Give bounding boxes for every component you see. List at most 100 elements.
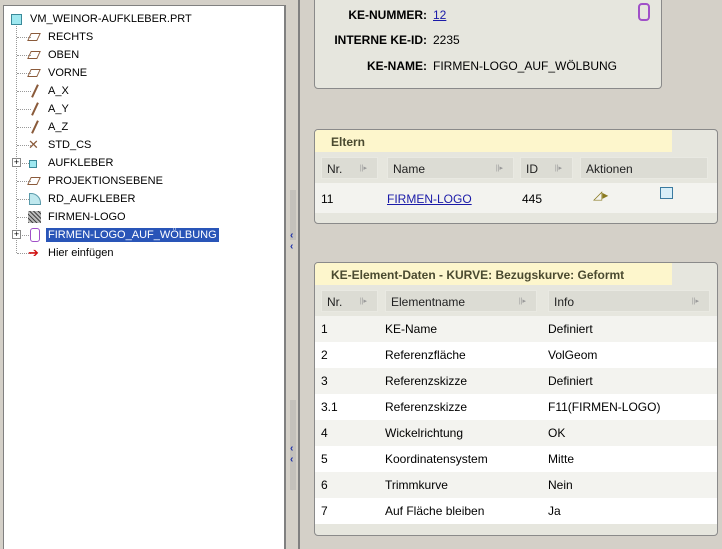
- feature-info-box: KE-NUMMER: 12 INTERNE KE-ID: 2235 KE-NAME:…: [314, 0, 662, 89]
- ke-name-label: KE-NAME:: [367, 59, 427, 73]
- cell-elementname: KE-Name: [385, 322, 438, 336]
- tree-item-label: RECHTS: [48, 31, 94, 43]
- tree-item[interactable]: ✕ STD_CS: [27, 136, 93, 154]
- tree-item-label: RD_AUFKLEBER: [48, 193, 136, 205]
- collapse-arrow-icon[interactable]: ‹: [290, 230, 293, 241]
- element-data-title: KE-Element-Daten - KURVE: Bezugskurve: G…: [315, 263, 672, 285]
- tree-item-label: A_X: [48, 85, 69, 97]
- tree-item[interactable]: AUFKLEBER: [27, 154, 115, 172]
- cell-elementname: Referenzskizze: [385, 400, 468, 414]
- insert-arrow-icon: ➔: [28, 245, 39, 260]
- axis-icon: [27, 102, 43, 116]
- tree-item-label: Hier einfügen: [48, 247, 114, 259]
- col-header-nr[interactable]: Nr. ||▸: [321, 157, 378, 179]
- cell-info: OK: [548, 426, 566, 440]
- ke-name-value: FIRMEN-LOGO_AUF_WÖLBUNG: [433, 59, 618, 73]
- col-header-name[interactable]: Name ||▸: [387, 157, 514, 179]
- tree-item-label: A_Y: [48, 103, 69, 115]
- cell-nr: 2: [321, 348, 328, 362]
- plane-icon: [27, 174, 43, 188]
- axis-icon: [27, 120, 43, 134]
- tree-item[interactable]: A_X: [27, 82, 71, 100]
- tree-item[interactable]: RECHTS: [27, 28, 95, 46]
- tree-item-label: A_Z: [48, 121, 69, 133]
- plane-icon: [27, 66, 43, 80]
- tree-item-label: VORNE: [48, 67, 88, 79]
- table-row: 1 KE-Name Definiert: [315, 316, 717, 342]
- ke-nummer-label: KE-NUMMER:: [348, 8, 427, 22]
- cell-info: Ja: [548, 504, 561, 518]
- col-header-nr[interactable]: Nr. ||▸: [321, 290, 378, 312]
- tree-item[interactable]: A_Y: [27, 100, 71, 118]
- cell-info: Definiert: [548, 374, 593, 388]
- collapse-arrow-icon[interactable]: ‹: [290, 241, 293, 252]
- cell-elementname: Referenzskizze: [385, 374, 468, 388]
- cell-info: Mitte: [548, 452, 575, 466]
- feature-icon: [27, 156, 43, 170]
- tree-item-label: PROJEKTIONSEBENE: [48, 175, 163, 187]
- tree-item-label: STD_CS: [48, 139, 92, 151]
- tree-item[interactable]: PROJEKTIONSEBENE: [27, 172, 165, 190]
- edit-reference-icon[interactable]: ◿▸: [593, 188, 608, 202]
- table-row: 4 Wickelrichtung OK: [315, 420, 717, 446]
- plane-icon: [27, 30, 43, 44]
- tree-item[interactable]: OBEN: [27, 46, 81, 64]
- table-row: 2 Referenzfläche VolGeom: [315, 342, 717, 368]
- ke-nummer-link[interactable]: 12: [433, 8, 446, 22]
- col-header-id[interactable]: ID ||▸: [520, 157, 573, 179]
- cell-elementname: Referenzfläche: [385, 348, 466, 362]
- eltern-title: Eltern: [315, 130, 672, 152]
- tree-item[interactable]: A_Z: [27, 118, 70, 136]
- table-row: 3.1 Referenzskizze F11(FIRMEN-LOGO): [315, 394, 717, 420]
- table-row: 5 Koordinatensystem Mitte: [315, 446, 717, 472]
- tree-item-label: AUFKLEBER: [48, 157, 114, 169]
- tree-root[interactable]: VM_WEINOR-AUFKLEBER.PRT: [9, 10, 194, 28]
- coordsys-icon: ✕: [28, 137, 39, 152]
- tree-item[interactable]: FIRMEN-LOGO_AUF_WÖLBUNG: [27, 226, 219, 244]
- table-row: 7 Auf Fläche bleiben Ja: [315, 498, 717, 524]
- cell-elementname: Wickelrichtung: [385, 426, 464, 440]
- cell-elementname: Auf Fläche bleiben: [385, 504, 485, 518]
- col-header-elementname[interactable]: Elementname ||▸: [385, 290, 537, 312]
- info-icon[interactable]: [660, 187, 673, 199]
- axis-icon: [27, 84, 43, 98]
- cell-info: VolGeom: [548, 348, 598, 362]
- col-header-aktionen: Aktionen: [580, 157, 708, 179]
- collapse-arrow-icon[interactable]: ‹: [290, 454, 293, 465]
- cell-info: Definiert: [548, 322, 593, 336]
- table-row: 3 Referenzskizze Definiert: [315, 368, 717, 394]
- tree-item[interactable]: VORNE: [27, 64, 89, 82]
- cell-info: Nein: [548, 478, 573, 492]
- cell-nr: 7: [321, 504, 328, 518]
- cell-nr: 5: [321, 452, 328, 466]
- cell-nr: 3: [321, 374, 328, 388]
- plane-icon: [27, 48, 43, 62]
- tree-item[interactable]: RD_AUFKLEBER: [27, 190, 137, 208]
- sketch-icon: [27, 210, 43, 224]
- cell-elementname: Koordinatensystem: [385, 452, 488, 466]
- collapse-arrow-icon[interactable]: ‹: [290, 443, 293, 454]
- wrap-curve-icon: [27, 228, 43, 242]
- model-tree[interactable]: VM_WEINOR-AUFKLEBER.PRT RECHTS OBEN VORNE A…: [3, 5, 286, 549]
- parent-link[interactable]: FIRMEN-LOGO: [387, 192, 472, 206]
- col-header-info[interactable]: Info ||▸: [548, 290, 710, 312]
- tree-item-label: FIRMEN-LOGO: [48, 211, 126, 223]
- tree-item[interactable]: FIRMEN-LOGO: [27, 208, 128, 226]
- tree-item-label: FIRMEN-LOGO_AUF_WÖLBUNG: [46, 228, 219, 242]
- table-row: 6 Trimmkurve Nein: [315, 472, 717, 498]
- tree-item[interactable]: ➔ Hier einfügen: [27, 244, 115, 262]
- element-data-panel: KE-Element-Daten - KURVE: Bezugskurve: G…: [314, 262, 718, 536]
- expand-icon[interactable]: +: [12, 158, 21, 167]
- cell-elementname: Trimmkurve: [385, 478, 448, 492]
- eltern-panel: Eltern Nr. ||▸ Name ||▸ ID ||▸ Aktionen 11 …: [314, 129, 718, 224]
- expand-icon[interactable]: +: [12, 230, 21, 239]
- cell-nr: 4: [321, 426, 328, 440]
- splitter[interactable]: ‹ ‹ ‹ ‹: [286, 0, 300, 549]
- tree-item-label: OBEN: [48, 49, 80, 61]
- ke-id-value: 2235: [433, 33, 460, 47]
- cell-nr: 3.1: [321, 400, 338, 414]
- round-icon: [27, 192, 43, 206]
- wrap-curve-icon: [638, 3, 650, 21]
- part-icon: [9, 12, 25, 26]
- tree-line: [16, 26, 17, 253]
